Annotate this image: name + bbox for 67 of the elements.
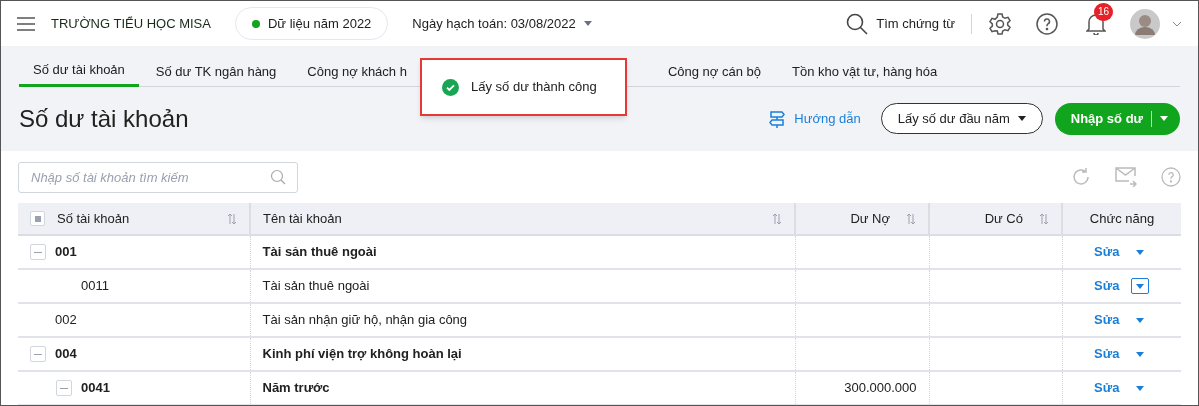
edit-link[interactable]: Sửa: [1094, 276, 1120, 296]
menu-icon[interactable]: [17, 16, 35, 31]
posting-date-dropdown[interactable]: Ngày hạch toán: 03/08/2022: [412, 13, 592, 34]
collapse-toggle[interactable]: [30, 346, 46, 362]
edit-link[interactable]: Sửa: [1094, 378, 1120, 398]
column-header[interactable]: Số tài khoản: [18, 203, 250, 235]
row-menu-button[interactable]: [1131, 278, 1150, 294]
column-header[interactable]: Tên tài khoản: [250, 203, 795, 235]
edit-link[interactable]: Sửa: [1094, 344, 1120, 364]
column-title: Dư Có: [984, 209, 1023, 228]
account-number: 001: [55, 243, 77, 262]
account-number: 002: [55, 311, 77, 330]
tab[interactable]: Số dư TK ngân hàng: [141, 56, 291, 87]
tab[interactable]: Số dư tài khoản: [19, 56, 139, 87]
table-cell: Kinh phí viện trợ không hoàn lại: [250, 337, 795, 371]
caret-icon: [1136, 351, 1145, 357]
caret-icon: [1136, 283, 1145, 289]
table-cell: Tài sản thuê ngoài: [250, 235, 795, 269]
caret-icon: [1136, 317, 1145, 323]
edit-link[interactable]: Sửa: [1094, 310, 1120, 330]
school-name: TRƯỜNG TIỂU HỌC MISA: [51, 14, 211, 33]
guide-link[interactable]: Hướng dẫn: [768, 108, 861, 129]
fetch-opening-balance-button[interactable]: Lấy số dư đầu năm: [880, 103, 1043, 134]
search-field[interactable]: Nhập số tài khoản tìm kiếm: [18, 161, 298, 193]
caret-icon: [1136, 249, 1145, 255]
caret-icon: [583, 21, 592, 26]
refresh-icon[interactable]: [1071, 167, 1091, 187]
table-cell: Tài sản thuê ngoài: [250, 269, 795, 303]
signpost-icon: [768, 109, 787, 128]
mail-forward-icon[interactable]: [1115, 167, 1137, 187]
sort-icon[interactable]: [227, 212, 237, 225]
tab[interactable]: Tồn kho vật tư, hàng hóa: [778, 56, 952, 87]
chevron-down-icon[interactable]: [1172, 20, 1182, 27]
sort-icon[interactable]: [772, 212, 782, 225]
column-header[interactable]: Dư Có: [929, 203, 1062, 235]
account-number: 0041: [81, 379, 110, 398]
search-icon: [846, 12, 869, 35]
tab[interactable]: Công nợ khách h: [293, 56, 421, 87]
column-title: Tên tài khoản: [263, 209, 343, 228]
column-title: Dư Nợ: [850, 209, 890, 228]
account-number: 0011: [81, 277, 109, 296]
column-title: Số tài khoản: [57, 209, 131, 228]
notification-badge: 16: [1094, 2, 1114, 21]
edit-link[interactable]: Sửa: [1094, 242, 1120, 262]
sort-icon[interactable]: [1039, 212, 1049, 225]
settings-icon[interactable]: [988, 11, 1012, 36]
table-cell: 300.000.000: [795, 371, 929, 405]
column-header[interactable]: Dư Nợ: [795, 203, 929, 235]
select-all-checkbox[interactable]: [30, 211, 45, 226]
caret-icon: [1136, 385, 1145, 391]
account-number: 004: [55, 345, 77, 364]
collapse-toggle[interactable]: [56, 380, 72, 396]
page-title: Số dư tài khoản: [19, 103, 190, 134]
caret-icon: [1017, 116, 1026, 121]
table-cell: Năm trước: [250, 371, 795, 405]
avatar[interactable]: [1130, 8, 1160, 39]
help-icon[interactable]: [1036, 12, 1058, 35]
search-documents-button[interactable]: Tìm chứng từ: [846, 12, 955, 35]
column-header: Chức năng: [1062, 203, 1181, 235]
check-circle-icon: [442, 78, 459, 96]
collapse-toggle[interactable]: [30, 244, 46, 260]
toast-message: Lấy số dư thành công: [471, 78, 597, 97]
tab[interactable]: Công nợ cán bộ: [653, 56, 775, 87]
sort-icon[interactable]: [906, 212, 916, 225]
table-cell: Tài sản nhận giữ hộ, nhận gia công: [250, 303, 795, 337]
caret-icon: [1160, 116, 1168, 121]
search-icon: [270, 168, 286, 185]
